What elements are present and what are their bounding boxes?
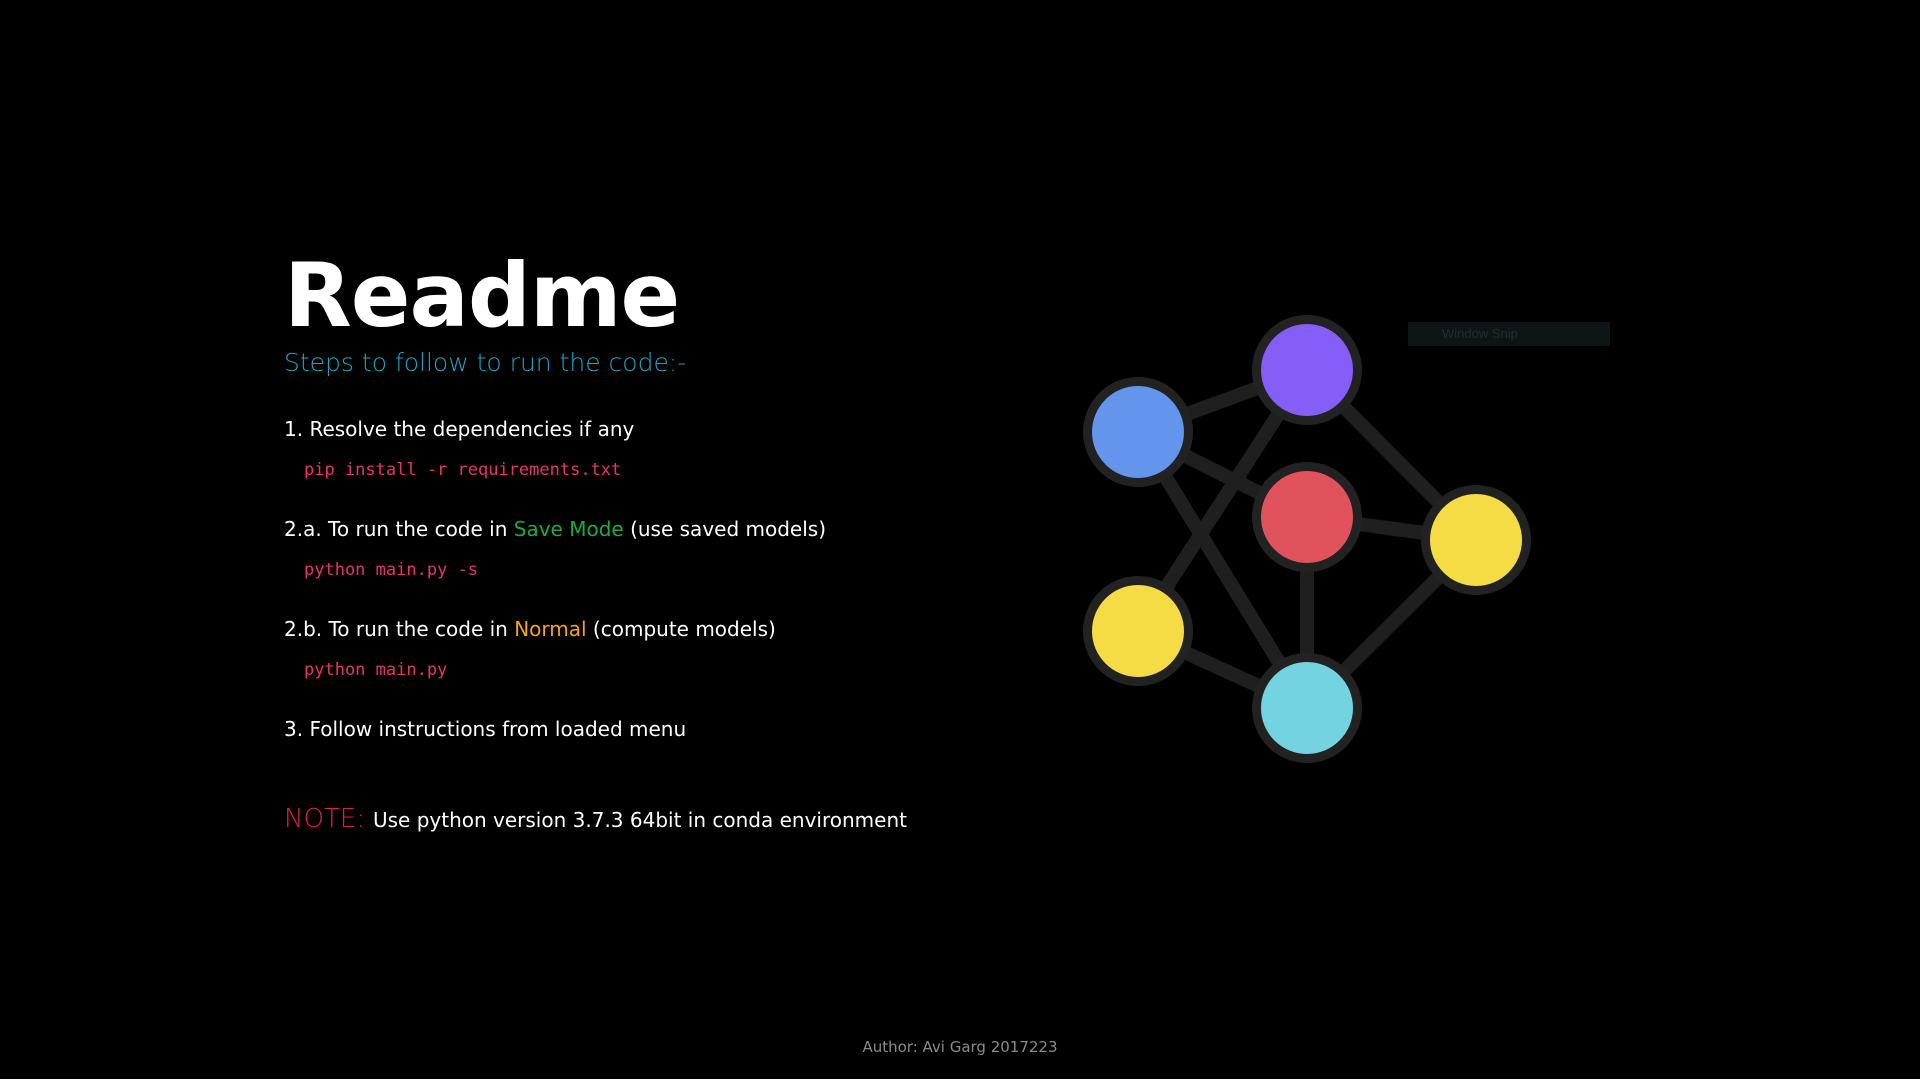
readme-panel: Readme Steps to follow to run the code:-… xyxy=(284,244,1004,835)
node-yellow-left xyxy=(1092,585,1184,677)
step-2b-prefix: 2.b. To run the code in xyxy=(284,617,515,641)
node-blue xyxy=(1092,386,1184,478)
save-mode-highlight: Save Mode xyxy=(513,517,624,541)
step-3: 3. Follow instructions from loaded menu xyxy=(284,716,686,742)
step-3-label: 3. Follow instructions from loaded menu xyxy=(284,717,687,741)
node-cyan xyxy=(1261,662,1353,754)
network-graph-illustration xyxy=(1083,315,1531,763)
node-purple xyxy=(1261,324,1353,416)
step-1-label: 1. Resolve the dependencies if any xyxy=(284,417,635,441)
step-2b-command: python main.py xyxy=(304,660,448,680)
node-yellow-right xyxy=(1430,494,1522,586)
note-text: Use python version 3.7.3 64bit in conda … xyxy=(372,808,907,832)
step-2a: 2.a. To run the code in Save Mode (use s… xyxy=(284,516,826,542)
step-2b-suffix: (compute models) xyxy=(586,617,776,641)
page-subtitle: Steps to follow to run the code:- xyxy=(284,348,687,377)
step-1-command: pip install -r requirements.txt xyxy=(304,460,622,480)
step-2a-suffix: (use saved models) xyxy=(623,517,827,541)
page-title: Readme xyxy=(284,244,680,347)
note: NOTE: Use python version 3.7.3 64bit in c… xyxy=(284,804,907,835)
graph-nodes xyxy=(1083,315,1531,763)
node-red xyxy=(1261,471,1353,563)
author-footer: Author: Avi Garg 2017223 xyxy=(862,1038,1058,1056)
note-label: NOTE: xyxy=(284,804,365,834)
normal-mode-highlight: Normal xyxy=(514,617,587,641)
step-2b: 2.b. To run the code in Normal (compute … xyxy=(284,616,776,642)
step-2a-prefix: 2.a. To run the code in xyxy=(284,517,514,541)
step-1: 1. Resolve the dependencies if any xyxy=(284,416,634,442)
step-2a-command: python main.py -s xyxy=(304,560,478,580)
